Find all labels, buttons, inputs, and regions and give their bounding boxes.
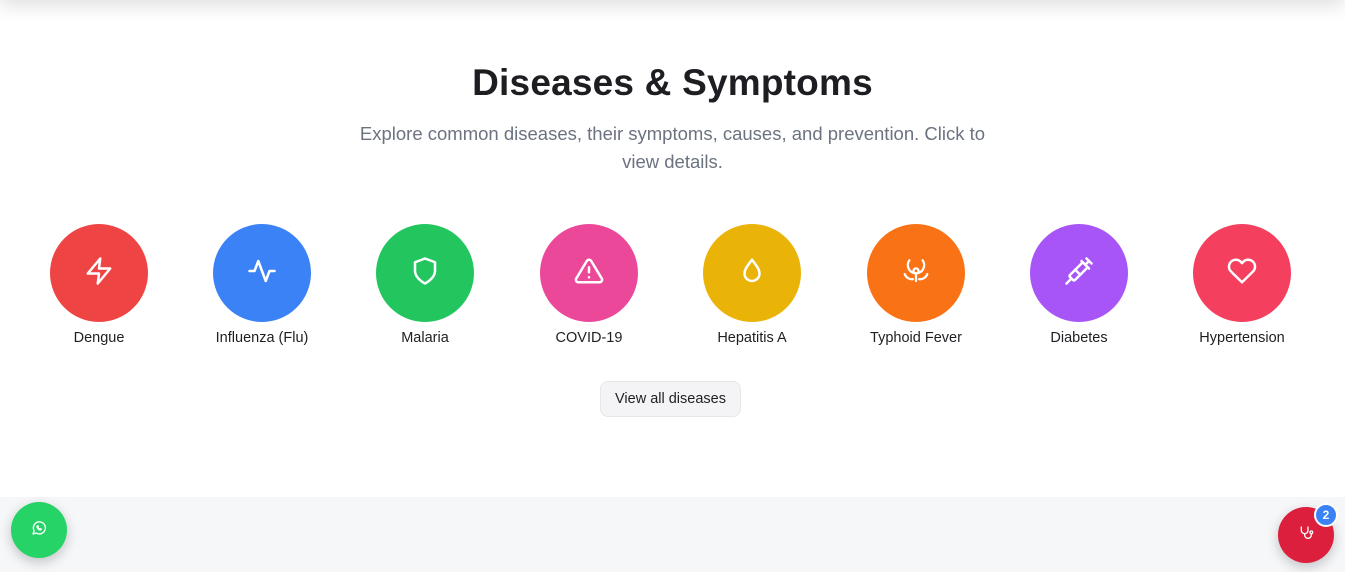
disease-label: Diabetes	[1050, 330, 1108, 346]
disease-circle	[50, 224, 148, 322]
disease-item-influenza[interactable]: Influenza (Flu)	[192, 224, 332, 350]
section-title: Diseases & Symptoms	[472, 62, 873, 103]
whatsapp-button[interactable]	[11, 502, 67, 558]
disease-label: COVID-19	[555, 330, 623, 346]
disease-item-typhoid-fever[interactable]: Typhoid Fever	[846, 224, 986, 350]
disease-circle	[703, 224, 801, 322]
disease-circle	[867, 224, 965, 322]
view-all-diseases-button[interactable]: View all diseases	[600, 381, 741, 417]
disease-item-dengue[interactable]: Dengue	[29, 224, 169, 350]
disease-item-malaria[interactable]: Malaria	[355, 224, 495, 350]
disease-list: Dengue Influenza (Flu) Malaria COVID-19 …	[0, 224, 1345, 354]
disease-label: Dengue	[73, 330, 125, 346]
disease-item-hypertension[interactable]: Hypertension	[1172, 224, 1312, 350]
heart-icon	[1227, 256, 1257, 291]
diseases-section: Diseases & Symptoms Explore common disea…	[0, 0, 1345, 497]
disease-circle	[540, 224, 638, 322]
biohazard-icon	[901, 256, 931, 291]
disease-item-diabetes[interactable]: Diabetes	[1009, 224, 1149, 350]
disease-circle	[1193, 224, 1291, 322]
disease-circle	[376, 224, 474, 322]
shield-icon	[410, 256, 440, 291]
notification-badge: 2	[1314, 503, 1338, 527]
disease-item-covid-19[interactable]: COVID-19	[519, 224, 659, 350]
activity-icon	[247, 256, 277, 291]
alert-triangle-icon	[574, 256, 604, 291]
disease-item-hepatitis-a[interactable]: Hepatitis A	[682, 224, 822, 350]
whatsapp-icon	[31, 520, 47, 541]
zap-icon	[84, 256, 114, 291]
disease-circle	[1030, 224, 1128, 322]
disease-label: Malaria	[401, 330, 449, 346]
disease-label: Hepatitis A	[717, 330, 787, 346]
disease-circle	[213, 224, 311, 322]
section-subtitle: Explore common diseases, their symptoms,…	[359, 123, 986, 172]
disease-label: Typhoid Fever	[870, 330, 962, 346]
next-section	[0, 497, 1345, 572]
droplet-icon	[737, 256, 767, 291]
disease-label: Hypertension	[1199, 330, 1285, 346]
syringe-icon	[1064, 256, 1094, 291]
stethoscope-icon	[1298, 525, 1314, 546]
disease-label: Influenza (Flu)	[215, 330, 309, 346]
